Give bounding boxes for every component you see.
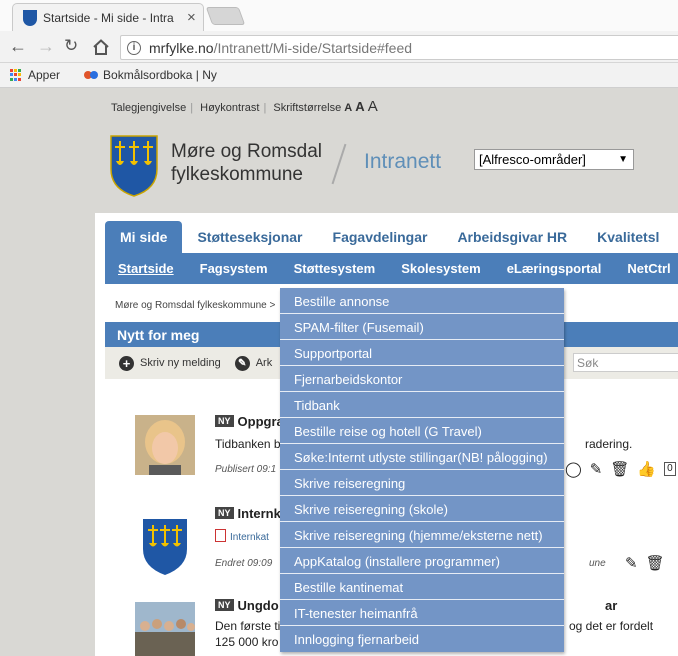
subnav-elaeringsportal[interactable]: eLæringsportal bbox=[494, 261, 615, 276]
tab-kvalitet[interactable]: Kvalitetsl bbox=[582, 221, 674, 253]
tab-title: Startside - Mi side - Intra bbox=[43, 10, 174, 25]
font-size-label: Skriftstørrelse bbox=[273, 102, 342, 114]
menu-item-supportportal[interactable]: Supportportal bbox=[280, 340, 564, 366]
feed-item-attachment[interactable]: Internkat bbox=[215, 529, 269, 543]
feed-item-meta: Endret 09:09 bbox=[215, 558, 273, 569]
browser-tab[interactable]: Startside - Mi side - Intra × bbox=[12, 3, 204, 31]
close-tab-icon[interactable]: × bbox=[187, 9, 196, 26]
url-host: mrfylke.no bbox=[149, 39, 214, 56]
info-icon[interactable]: i bbox=[127, 40, 141, 55]
feed-item-title[interactable]: Ungdo bbox=[238, 598, 279, 613]
subnav-startside[interactable]: Startside bbox=[105, 261, 187, 276]
url-path: /Intranett/Mi-side/Startside#feed bbox=[213, 39, 413, 56]
bookmark-label: Apper bbox=[28, 68, 61, 82]
new-tab-button[interactable] bbox=[205, 7, 246, 25]
bookmark-favicon-icon bbox=[84, 71, 99, 79]
edit-icon[interactable]: ✎ bbox=[625, 554, 638, 572]
feed-item-title-end: ar bbox=[605, 598, 618, 613]
feed-search-input[interactable]: Søk bbox=[573, 353, 678, 372]
menu-item-reiseregning-hjemme[interactable]: Skrive reiseregning (hjemme/eksterne net… bbox=[280, 522, 564, 548]
header-divider bbox=[331, 143, 347, 185]
forward-icon[interactable]: → bbox=[37, 35, 55, 57]
county-logo-avatar bbox=[135, 517, 195, 577]
accessibility-bar: Talegjengivelse | Høykontrast | Skriftstør… bbox=[111, 98, 378, 115]
user-avatar bbox=[135, 415, 195, 475]
plus-icon: + bbox=[119, 355, 134, 371]
menu-item-bestille-annonse[interactable]: Bestille annonse bbox=[280, 288, 564, 314]
sub-navigation: Startside Fagsystem Støttesystem Skolesy… bbox=[105, 253, 678, 284]
org-name: Møre og Romsdal fylkeskommune bbox=[171, 141, 322, 185]
browser-toolbar: ← → ↻ i mrfylke.no/Intranett/Mi-side/Sta… bbox=[0, 31, 678, 63]
address-bar[interactable]: i mrfylke.no/Intranett/Mi-side/Startside… bbox=[120, 35, 678, 60]
apps-grid-icon bbox=[10, 69, 22, 81]
tts-link[interactable]: Talegjengivelse bbox=[111, 102, 186, 114]
chevron-down-icon: ▼ bbox=[618, 154, 628, 165]
like-icon[interactable]: 👍 bbox=[637, 460, 656, 478]
bookmark-apps[interactable]: Apper bbox=[10, 68, 60, 82]
site-favicon bbox=[23, 9, 37, 26]
subnav-stottesystem[interactable]: Støttesystem bbox=[281, 261, 389, 276]
menu-item-reiseregning-skole[interactable]: Skrive reiseregning (skole) bbox=[280, 496, 564, 522]
menu-item-innlogging-fjernarbeid[interactable]: Innlogging fjernarbeid bbox=[280, 626, 564, 652]
feed-item-actions: ◯ ✎ 🗑 👍 0 bbox=[565, 460, 676, 478]
menu-item-appkatalog[interactable]: AppKatalog (installere programmer) bbox=[280, 548, 564, 574]
bookmarks-bar: Apper Bokmålsordboka | Ny bbox=[0, 63, 678, 88]
county-coat-of-arms-logo[interactable] bbox=[110, 135, 158, 197]
feed-item-text: Tidbanken b bbox=[215, 437, 281, 451]
subnav-fagsystem[interactable]: Fagsystem bbox=[187, 261, 281, 276]
feed-item-text-line2: 125 000 kro bbox=[215, 635, 279, 649]
subnav-skolesystem[interactable]: Skolesystem bbox=[388, 261, 494, 276]
stottesystem-dropdown-menu: Bestille annonse SPAM-filter (Fusemail) … bbox=[280, 288, 564, 652]
archive-button[interactable]: ✎ Ark bbox=[234, 355, 272, 371]
like-count: 0 bbox=[664, 462, 676, 476]
bookmark-bokmalsordboka[interactable]: Bokmålsordboka | Ny bbox=[84, 68, 217, 82]
write-message-button[interactable]: + Skriv ny melding bbox=[119, 355, 221, 371]
back-icon[interactable]: ← bbox=[9, 35, 27, 57]
new-badge: NY bbox=[215, 599, 234, 611]
menu-item-spam-filter[interactable]: SPAM-filter (Fusemail) bbox=[280, 314, 564, 340]
main-tabs: Mi side Støtteseksjonar Fagavdelingar Ar… bbox=[105, 221, 674, 253]
tab-stotteseksjonar[interactable]: Støtteseksjonar bbox=[182, 221, 317, 253]
comment-icon[interactable]: ◯ bbox=[565, 460, 582, 478]
new-badge: NY bbox=[215, 507, 234, 519]
pencil-icon: ✎ bbox=[234, 355, 250, 371]
new-badge: NY bbox=[215, 415, 234, 427]
menu-item-bestille-reise[interactable]: Bestille reise og hotell (G Travel) bbox=[280, 418, 564, 444]
tab-mi-side[interactable]: Mi side bbox=[105, 221, 183, 253]
site-name: Intranett bbox=[364, 150, 442, 173]
reload-icon[interactable]: ↻ bbox=[64, 35, 78, 57]
menu-item-tidbank[interactable]: Tidbank bbox=[280, 392, 564, 418]
subnav-netctrl[interactable]: NetCtrl bbox=[614, 261, 678, 276]
feed-item-text-end: og det er fordelt bbox=[569, 619, 654, 633]
group-photo bbox=[135, 602, 195, 656]
font-size-medium-button[interactable]: A bbox=[355, 99, 364, 114]
feed-item-title[interactable]: Internk bbox=[238, 506, 281, 521]
font-size-small-button[interactable]: A bbox=[344, 102, 352, 114]
breadcrumb[interactable]: Møre og Romsdal fylkeskommune > bbox=[115, 300, 275, 311]
edit-icon[interactable]: ✎ bbox=[590, 460, 603, 478]
feed-item-actions: ✎ 🗑 bbox=[625, 554, 665, 572]
bookmark-label: Bokmålsordboka | Ny bbox=[103, 68, 217, 82]
menu-item-fjernarbeidskontor[interactable]: Fjernarbeidskontor bbox=[280, 366, 564, 392]
browser-tab-strip: Startside - Mi side - Intra × bbox=[0, 0, 678, 31]
delete-icon[interactable]: 🗑 bbox=[646, 554, 665, 572]
feed-item-meta: Publisert 09:1 bbox=[215, 464, 277, 475]
alfresco-area-select[interactable]: [Alfresco-områder] ▼ bbox=[474, 149, 634, 170]
menu-item-internt-utlyste-stillingar[interactable]: Søke:Internt utlyste stillingar(NB! pålo… bbox=[280, 444, 564, 470]
feed-item-text-end: radering. bbox=[585, 437, 633, 451]
high-contrast-link[interactable]: Høykontrast bbox=[200, 102, 259, 114]
tab-arbeidsgivar-hr[interactable]: Arbeidsgivar HR bbox=[442, 221, 582, 253]
tab-fagavdelingar[interactable]: Fagavdelingar bbox=[318, 221, 443, 253]
pdf-icon bbox=[215, 529, 226, 542]
feed-item-text: Den første ti bbox=[215, 619, 281, 633]
feed-item-title[interactable]: Oppgra bbox=[238, 414, 284, 429]
delete-icon[interactable]: 🗑 bbox=[610, 460, 629, 478]
feed-item-meta-end: une bbox=[589, 558, 606, 569]
home-icon[interactable] bbox=[92, 39, 110, 55]
menu-item-skrive-reiseregning[interactable]: Skrive reiseregning bbox=[280, 470, 564, 496]
font-size-large-button[interactable]: A bbox=[368, 98, 378, 115]
menu-item-it-tenester[interactable]: IT-tenester heimanfrå bbox=[280, 600, 564, 626]
menu-item-kantinemat[interactable]: Bestille kantinemat bbox=[280, 574, 564, 600]
